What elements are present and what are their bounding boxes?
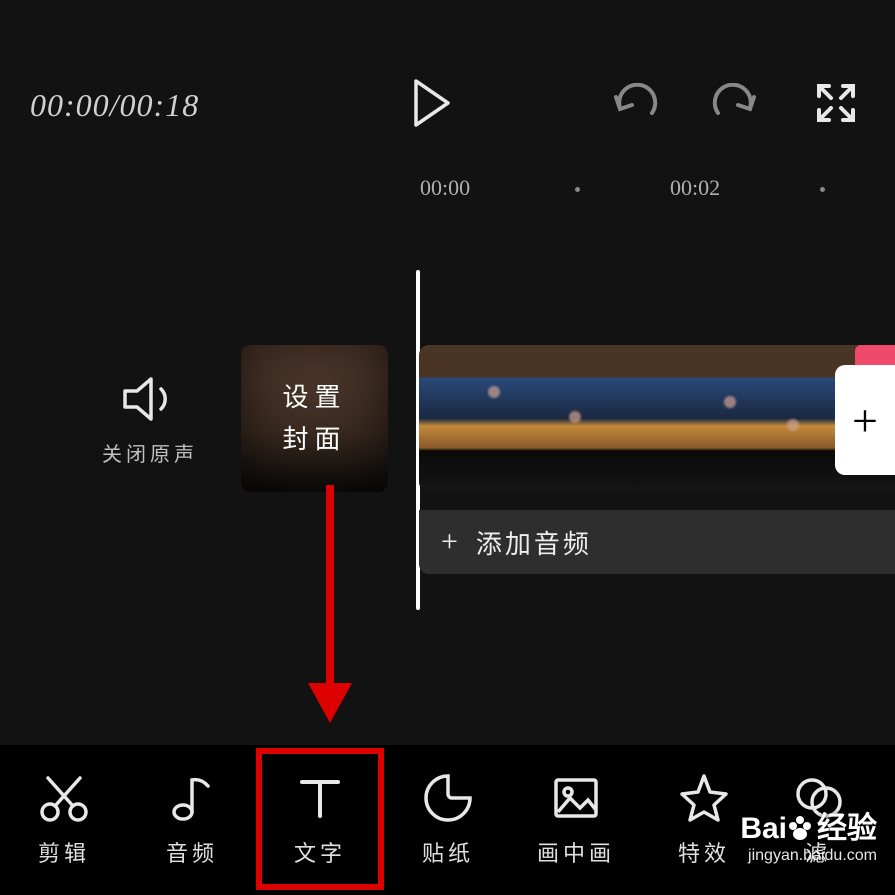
- play-button[interactable]: [410, 77, 454, 134]
- sticker-icon: [422, 772, 474, 824]
- tool-label: 音频: [166, 836, 218, 868]
- video-clip-track[interactable]: [419, 345, 895, 492]
- annotation-arrow: [290, 475, 370, 725]
- star-icon: [678, 772, 730, 824]
- plus-icon: +: [852, 394, 878, 447]
- clip-end-marker: [855, 345, 895, 365]
- undo-icon: [610, 83, 660, 123]
- tool-label: 贴纸: [422, 836, 474, 868]
- mute-label: 关闭原声: [100, 438, 200, 467]
- bottom-toolbar: 剪辑 音频 文字 贴纸: [0, 745, 895, 895]
- tool-label: 滤: [805, 836, 831, 868]
- redo-button[interactable]: [710, 83, 760, 128]
- video-editor-app: 00:00/00:18: [0, 0, 895, 895]
- timeline-ruler[interactable]: 00:00 00:02: [0, 175, 895, 215]
- ruler-time-2: 00:02: [670, 175, 720, 201]
- fullscreen-button[interactable]: [815, 82, 857, 129]
- set-cover-button[interactable]: 设置 封面: [241, 345, 388, 492]
- tool-audio[interactable]: 音频: [128, 745, 256, 895]
- top-bar: 00:00/00:18: [0, 60, 895, 150]
- tool-label: 画中画: [537, 836, 615, 868]
- tool-text[interactable]: 文字: [256, 745, 384, 895]
- tool-label: 特效: [678, 836, 730, 868]
- plus-icon: +: [441, 525, 458, 559]
- picture-in-picture-icon: [550, 772, 602, 824]
- play-icon: [410, 77, 454, 129]
- speaker-icon: [121, 375, 179, 423]
- tool-label: 剪辑: [38, 836, 90, 868]
- add-audio-button[interactable]: + 添加音频: [419, 510, 895, 574]
- ruler-dot: [575, 187, 580, 192]
- clip-frame[interactable]: [419, 345, 534, 492]
- undo-button[interactable]: [610, 83, 660, 128]
- fullscreen-icon: [815, 82, 857, 124]
- tool-cut[interactable]: 剪辑: [0, 745, 128, 895]
- clip-frame[interactable]: [649, 345, 764, 492]
- scissors-icon: [38, 772, 90, 824]
- time-display: 00:00/00:18: [30, 87, 199, 124]
- tool-filter[interactable]: 滤: [768, 745, 868, 895]
- add-clip-button[interactable]: +: [835, 365, 895, 475]
- music-note-icon: [166, 772, 218, 824]
- filter-icon: [792, 772, 844, 824]
- tool-effect[interactable]: 特效: [640, 745, 768, 895]
- redo-icon: [710, 83, 760, 123]
- ruler-dot: [820, 187, 825, 192]
- add-audio-label: 添加音频: [476, 524, 592, 561]
- cover-label: 设置 封面: [282, 377, 346, 460]
- text-icon: [294, 772, 346, 824]
- tool-label: 文字: [294, 836, 346, 868]
- ruler-time-1: 00:00: [420, 175, 470, 201]
- mute-original-sound[interactable]: 关闭原声: [100, 375, 200, 467]
- tool-sticker[interactable]: 贴纸: [384, 745, 512, 895]
- tool-pip[interactable]: 画中画: [512, 745, 640, 895]
- clip-frame[interactable]: [534, 345, 649, 492]
